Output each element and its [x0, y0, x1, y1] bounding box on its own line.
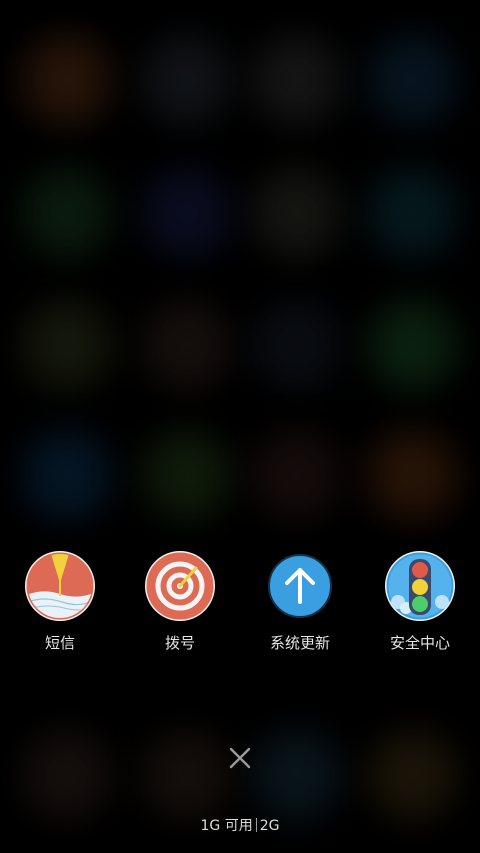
close-icon	[226, 747, 254, 776]
recent-app-messaging[interactable]: 短信	[0, 548, 120, 658]
recents-overlay	[0, 0, 480, 853]
security-center-icon	[384, 550, 456, 622]
close-all-button[interactable]	[226, 744, 254, 772]
recent-app-label: 系统更新	[269, 634, 330, 652]
memory-available: 1G 可用	[200, 818, 253, 834]
messaging-icon	[24, 550, 96, 622]
recent-app-system-update[interactable]: 系统更新	[240, 548, 360, 658]
dialer-icon	[144, 550, 216, 622]
recent-apps-row: 短信 拨号 系统更新 安全中心	[0, 548, 480, 658]
recent-app-security-center[interactable]: 安全中心	[360, 548, 480, 658]
system-update-icon	[264, 550, 336, 622]
memory-total: 2G	[259, 818, 280, 834]
recent-app-label: 拨号	[164, 634, 195, 652]
memory-divider	[255, 818, 257, 832]
memory-status: 1G 可用 2G	[0, 815, 480, 835]
recent-app-label: 短信	[44, 634, 75, 652]
recent-app-label: 安全中心	[389, 634, 450, 652]
recent-app-dialer[interactable]: 拨号	[120, 548, 240, 658]
